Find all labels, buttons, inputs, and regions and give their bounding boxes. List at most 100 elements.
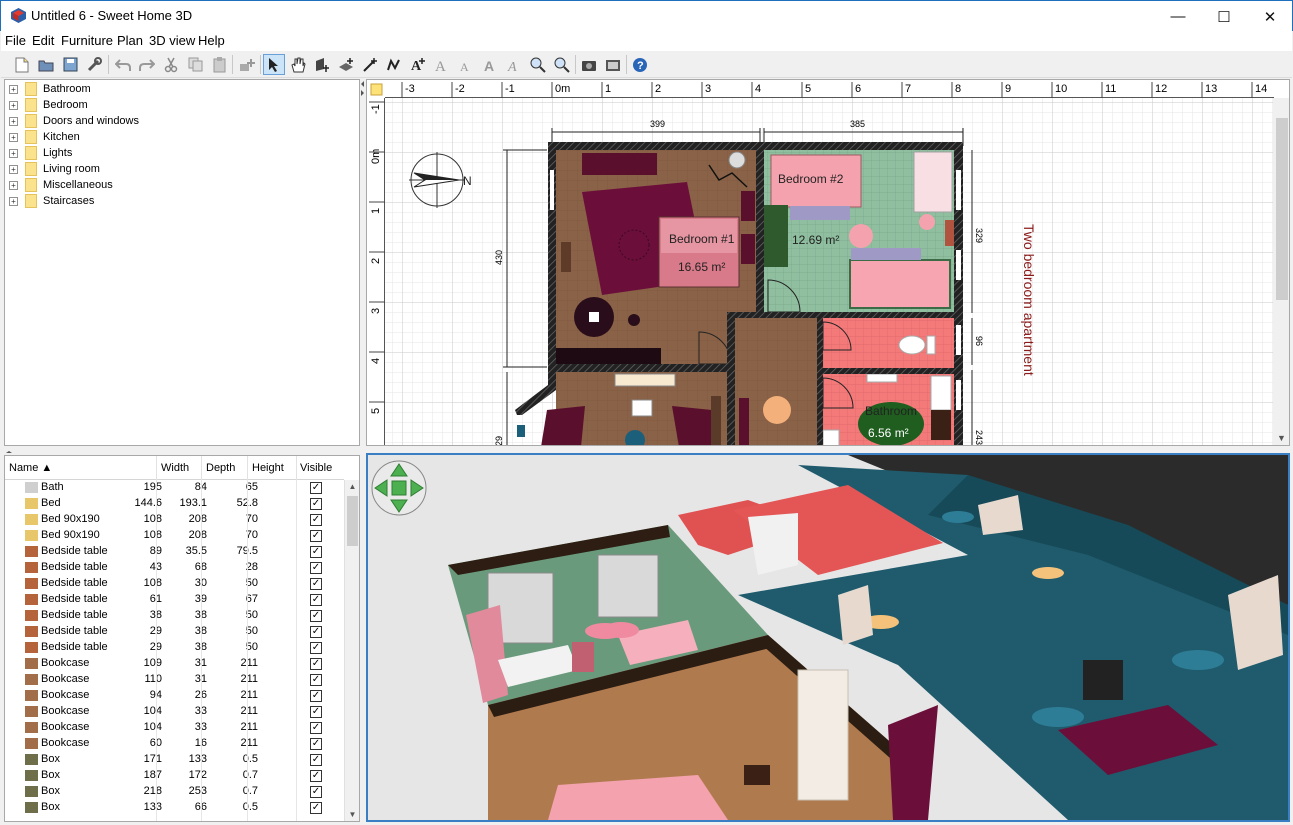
table-row[interactable]: Bedside table293850✓ bbox=[5, 640, 344, 656]
zoom-in-icon[interactable] bbox=[527, 54, 549, 75]
visible-checkbox[interactable]: ✓ bbox=[310, 706, 322, 718]
minimize-button[interactable]: — bbox=[1155, 1, 1201, 32]
scroll-thumb[interactable] bbox=[1276, 118, 1288, 300]
pan-mode-icon[interactable] bbox=[287, 54, 309, 75]
visible-checkbox[interactable]: ✓ bbox=[310, 642, 322, 654]
column-header-name[interactable]: Name ▲ bbox=[9, 462, 52, 474]
table-row[interactable]: Bed144.6193.152.8✓ bbox=[5, 496, 344, 512]
create-photo-icon[interactable] bbox=[578, 54, 600, 75]
create-dimensions-icon[interactable] bbox=[359, 54, 381, 75]
help-icon[interactable]: ? bbox=[629, 54, 651, 75]
furniture-scrollbar[interactable]: ▲ ▼ bbox=[344, 480, 359, 821]
table-row[interactable]: Bed 90x190 108 208 70 ✓ bbox=[5, 512, 344, 528]
visible-checkbox[interactable]: ✓ bbox=[310, 722, 322, 734]
visible-checkbox[interactable]: ✓ bbox=[310, 690, 322, 702]
table-row[interactable]: Bedside table293850✓ bbox=[5, 624, 344, 640]
column-header-height[interactable]: Height bbox=[252, 462, 284, 474]
catalog-category[interactable]: + Kitchen bbox=[9, 129, 80, 145]
expand-icon[interactable]: + bbox=[9, 116, 18, 126]
visible-checkbox[interactable]: ✓ bbox=[310, 562, 322, 574]
table-row[interactable]: Bookcase10433211✓ bbox=[5, 704, 344, 720]
add-furniture-icon[interactable] bbox=[236, 54, 258, 75]
table-row[interactable]: Bookcase11031211✓ bbox=[5, 672, 344, 688]
table-row[interactable]: Bath1958465✓ bbox=[5, 480, 344, 496]
column-header-depth[interactable]: Depth bbox=[206, 462, 235, 474]
create-video-icon[interactable] bbox=[602, 54, 624, 75]
visible-checkbox[interactable]: ✓ bbox=[310, 770, 322, 782]
catalog-category[interactable]: + Miscellaneous bbox=[9, 177, 113, 193]
table-row[interactable]: Box 218 253 0.7 ✓ bbox=[5, 784, 344, 800]
maximize-button[interactable]: ☐ bbox=[1201, 1, 1247, 32]
redo-icon[interactable] bbox=[136, 54, 158, 75]
table-row[interactable]: Bookcase10433211✓ bbox=[5, 720, 344, 736]
visible-checkbox[interactable]: ✓ bbox=[310, 578, 322, 590]
menu-3d-view[interactable]: 3D view bbox=[149, 33, 195, 48]
table-row[interactable]: Bookcase6016211✓ bbox=[5, 736, 344, 752]
visible-checkbox[interactable]: ✓ bbox=[310, 514, 322, 526]
select-mode-icon[interactable] bbox=[263, 54, 285, 75]
shelf[interactable] bbox=[764, 205, 788, 267]
expand-icon[interactable]: + bbox=[9, 196, 18, 206]
visible-checkbox[interactable]: ✓ bbox=[310, 754, 322, 766]
scroll-down-icon[interactable]: ▼ bbox=[1277, 433, 1286, 443]
save-icon[interactable] bbox=[59, 54, 81, 75]
plan-annotation-text[interactable]: Two bedroom apartment bbox=[1021, 224, 1037, 376]
table-row[interactable]: Bed 90x190 108 208 70 ✓ bbox=[5, 528, 344, 544]
visible-checkbox[interactable]: ✓ bbox=[310, 786, 322, 798]
zoom-out-icon[interactable] bbox=[551, 54, 573, 75]
plan-view[interactable]: -3 -2 -1 0m 1 2 3 4 5 6 7 8 9 10 11 12 13 14 -1 0m 1 2 3 4 5 N … bbox=[366, 79, 1290, 446]
visible-checkbox[interactable]: ✓ bbox=[310, 674, 322, 686]
visible-checkbox[interactable]: ✓ bbox=[310, 802, 322, 814]
scroll-thumb[interactable] bbox=[347, 496, 358, 546]
wardrobe[interactable] bbox=[582, 153, 657, 175]
table-row[interactable]: Box133660.5✓ bbox=[5, 800, 344, 816]
3d-view[interactable] bbox=[366, 453, 1290, 822]
menu-file[interactable]: File bbox=[5, 33, 26, 48]
scroll-up-icon[interactable]: ▲ bbox=[347, 482, 358, 492]
undo-icon[interactable] bbox=[112, 54, 134, 75]
menu-plan[interactable]: Plan bbox=[117, 33, 143, 48]
column-header-visible[interactable]: Visible bbox=[300, 462, 332, 474]
visible-checkbox[interactable]: ✓ bbox=[310, 546, 322, 558]
catalog-category[interactable]: + Staircases bbox=[9, 193, 94, 209]
add-text-icon[interactable]: A bbox=[407, 54, 429, 75]
visible-checkbox[interactable]: ✓ bbox=[310, 658, 322, 670]
catalog-category[interactable]: + Living room bbox=[9, 161, 100, 177]
expand-icon[interactable]: + bbox=[9, 148, 18, 158]
table-row[interactable]: Bookcase10931211✓ bbox=[5, 656, 344, 672]
table-row[interactable]: Bedside table613967✓ bbox=[5, 592, 344, 608]
expand-icon[interactable]: + bbox=[9, 132, 18, 142]
copy-icon[interactable] bbox=[184, 54, 206, 75]
new-home-icon[interactable] bbox=[11, 54, 33, 75]
expand-icon[interactable]: + bbox=[9, 84, 18, 94]
table-row[interactable]: Bedside table8935.579.5✓ bbox=[5, 544, 344, 560]
increase-text-size-icon[interactable]: A bbox=[431, 54, 453, 75]
menu-furniture[interactable]: Furniture bbox=[61, 33, 113, 48]
paste-icon[interactable] bbox=[208, 54, 230, 75]
table-row[interactable]: Bedside table436828✓ bbox=[5, 560, 344, 576]
create-walls-icon[interactable] bbox=[311, 54, 333, 75]
visible-checkbox[interactable]: ✓ bbox=[310, 610, 322, 622]
3d-canvas[interactable] bbox=[368, 455, 1288, 820]
preferences-icon[interactable] bbox=[83, 54, 105, 75]
create-polylines-icon[interactable] bbox=[383, 54, 405, 75]
visible-checkbox[interactable]: ✓ bbox=[310, 498, 322, 510]
table-row[interactable]: Box 187 172 0.7 ✓ bbox=[5, 768, 344, 784]
catalog-category[interactable]: + Doors and windows bbox=[9, 113, 139, 129]
decrease-text-size-icon[interactable]: A bbox=[455, 54, 477, 75]
open-icon[interactable] bbox=[35, 54, 57, 75]
create-rooms-icon[interactable] bbox=[335, 54, 357, 75]
expand-icon[interactable]: + bbox=[9, 164, 18, 174]
menu-edit[interactable]: Edit bbox=[32, 33, 54, 48]
visible-checkbox[interactable]: ✓ bbox=[310, 626, 322, 638]
plan-canvas[interactable]: -3 -2 -1 0m 1 2 3 4 5 6 7 8 9 10 11 12 13 14 -10m12345 N … bbox=[367, 80, 1290, 446]
catalog-category[interactable]: + Lights bbox=[9, 145, 72, 161]
desk[interactable] bbox=[913, 151, 953, 213]
cut-icon[interactable] bbox=[160, 54, 182, 75]
scroll-down-icon[interactable]: ▼ bbox=[347, 810, 358, 820]
menu-help[interactable]: Help bbox=[198, 33, 225, 48]
table-row[interactable]: Bedside table1083050✓ bbox=[5, 576, 344, 592]
catalog-category[interactable]: + Bathroom bbox=[9, 81, 91, 97]
column-header-width[interactable]: Width bbox=[161, 462, 189, 474]
bed[interactable] bbox=[849, 259, 951, 309]
